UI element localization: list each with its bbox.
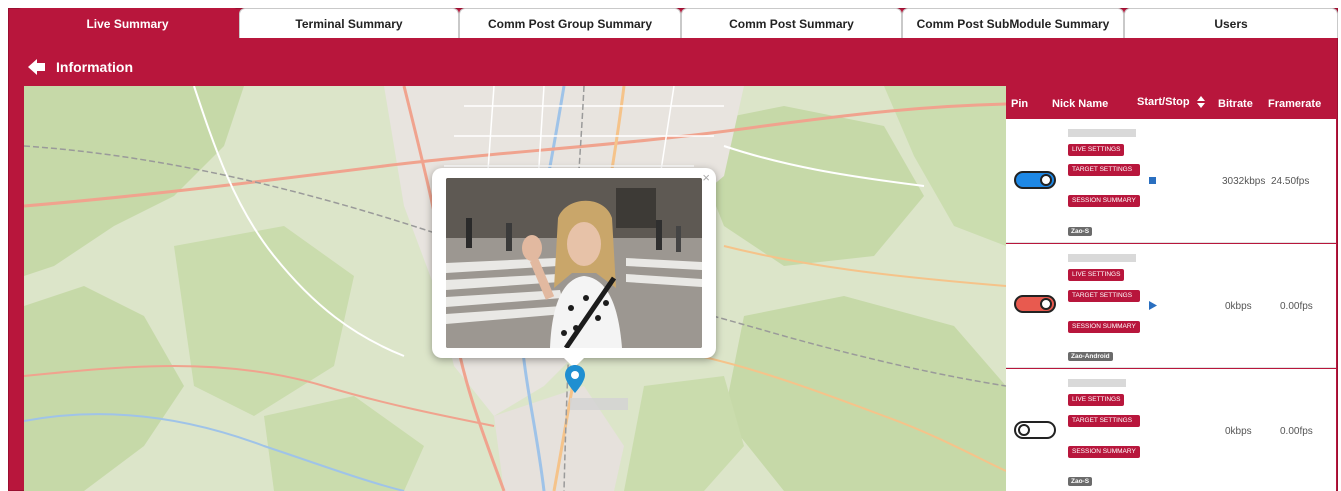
tab-comm-post-submodule-summary[interactable]: Comm Post SubModule Summary (902, 8, 1124, 38)
table-header: Pin Nick Name Start/Stop Bitrate Framera… (1006, 86, 1336, 118)
nick-name-blurred (1068, 129, 1136, 137)
tab-bar: Live Summary Terminal Summary Comm Post … (0, 8, 1341, 38)
close-icon[interactable]: × (702, 170, 710, 185)
live-settings-button[interactable]: LIVE SETTINGS (1068, 144, 1125, 156)
col-bitrate: Bitrate (1218, 98, 1253, 110)
stop-icon[interactable] (1149, 177, 1157, 185)
session-summary-button[interactable]: SESSION SUMMARY (1068, 446, 1140, 458)
session-summary-button[interactable]: SESSION SUMMARY (1068, 321, 1140, 333)
sort-icon[interactable] (1196, 96, 1205, 109)
col-start-stop-label: Start/Stop (1137, 96, 1190, 108)
bitrate-value: 0kbps (1225, 426, 1252, 437)
device-tag: Zao-S (1068, 227, 1093, 236)
play-icon[interactable] (1149, 301, 1157, 310)
map-view[interactable]: × (24, 86, 1006, 491)
col-framerate: Framerate (1268, 98, 1322, 110)
framerate-value: 24.50fps (1271, 176, 1310, 187)
pin-label-blurred (570, 398, 628, 410)
tab-terminal-summary[interactable]: Terminal Summary (239, 8, 459, 38)
col-start-stop[interactable]: Start/Stop (1137, 96, 1205, 109)
pin-toggle[interactable] (1014, 171, 1056, 189)
bitrate-value: 0kbps (1225, 301, 1252, 312)
video-frame-image (446, 178, 702, 348)
tab-comm-post-summary[interactable]: Comm Post Summary (681, 8, 902, 38)
stream-panel: Pin Nick Name Start/Stop Bitrate Framera… (1006, 86, 1336, 491)
arrow-left-icon[interactable] (28, 58, 46, 76)
table-row: LIVE SETTINGS TARGET SETTINGS SESSION SU… (1006, 244, 1336, 368)
target-settings-button[interactable]: TARGET SETTINGS (1068, 415, 1140, 427)
device-tag: Zao-S (1068, 477, 1093, 486)
target-settings-button[interactable]: TARGET SETTINGS (1068, 290, 1140, 302)
framerate-value: 0.00fps (1280, 301, 1313, 312)
location-pin-icon[interactable] (565, 365, 585, 393)
video-popup: × (432, 168, 716, 368)
tab-comm-post-group-summary[interactable]: Comm Post Group Summary (459, 8, 681, 38)
live-settings-button[interactable]: LIVE SETTINGS (1068, 269, 1125, 281)
live-settings-button[interactable]: LIVE SETTINGS (1068, 394, 1125, 406)
info-bar: Information (28, 55, 133, 79)
framerate-value: 0.00fps (1280, 426, 1313, 437)
pin-toggle[interactable] (1014, 295, 1056, 313)
live-video-preview (446, 178, 702, 348)
pin-toggle[interactable] (1014, 421, 1056, 439)
device-tag: Zao-Android (1068, 352, 1113, 361)
col-pin: Pin (1011, 98, 1029, 110)
col-nick-name: Nick Name (1052, 98, 1109, 110)
tab-live-summary[interactable]: Live Summary (16, 8, 239, 38)
table-row: LIVE SETTINGS TARGET SETTINGS SESSION SU… (1006, 369, 1336, 491)
bitrate-value: 3032kbps (1222, 176, 1266, 187)
nick-name-blurred (1068, 254, 1136, 262)
session-summary-button[interactable]: SESSION SUMMARY (1068, 195, 1140, 207)
page-title: Information (56, 59, 133, 75)
tab-users[interactable]: Users (1124, 8, 1338, 38)
target-settings-button[interactable]: TARGET SETTINGS (1068, 164, 1140, 176)
nick-name-blurred (1068, 379, 1126, 387)
table-row: LIVE SETTINGS TARGET SETTINGS SESSION SU… (1006, 119, 1336, 243)
